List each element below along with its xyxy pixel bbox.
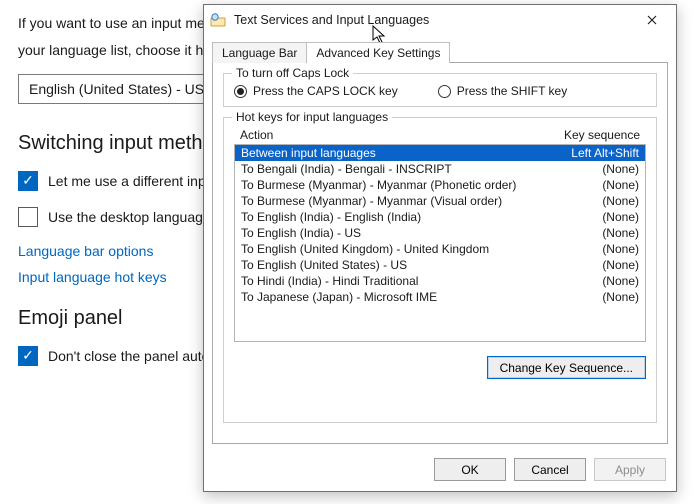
dialog-title: Text Services and Input Languages: [234, 13, 429, 27]
hotkey-sequence: (None): [602, 226, 639, 240]
group-legend-hotkeys: Hot keys for input languages: [232, 110, 392, 124]
radio-caps-lock[interactable]: Press the CAPS LOCK key: [234, 84, 398, 98]
hotkey-action: To Burmese (Myanmar) - Myanmar (Visual o…: [241, 194, 502, 208]
tab-language-bar[interactable]: Language Bar: [212, 42, 306, 63]
column-header-key-sequence: Key sequence: [564, 128, 640, 142]
radio-icon: [234, 85, 247, 98]
hotkey-action: To Hindi (India) - Hindi Traditional: [241, 274, 418, 288]
checkbox-icon: ✓: [18, 171, 38, 191]
titlebar[interactable]: Text Services and Input Languages: [204, 5, 676, 35]
group-caps-lock: To turn off Caps Lock Press the CAPS LOC…: [223, 73, 657, 107]
hotkey-sequence: (None): [602, 210, 639, 224]
hotkey-sequence: (None): [602, 242, 639, 256]
group-legend-caps: To turn off Caps Lock: [232, 66, 353, 80]
group-hotkeys: Hot keys for input languages Action Key …: [223, 117, 657, 423]
hotkey-sequence: Left Alt+Shift: [571, 146, 639, 160]
radio-icon: [438, 85, 451, 98]
hotkey-row[interactable]: To English (India) - English (India) (Non…: [235, 209, 645, 225]
tab-strip: Language Bar Advanced Key Settings: [204, 41, 676, 62]
radio-label: Press the CAPS LOCK key: [253, 84, 398, 98]
keyboard-globe-icon: [210, 12, 226, 28]
text-services-dialog: Text Services and Input Languages Langua…: [203, 4, 677, 492]
hotkey-action: To English (United Kingdom) - United Kin…: [241, 242, 489, 256]
hotkey-row[interactable]: To Bengali (India) - Bengali - INSCRIPT (…: [235, 161, 645, 177]
dialog-button-row: OK Cancel Apply: [204, 452, 676, 491]
cancel-button[interactable]: Cancel: [514, 458, 586, 481]
hotkey-row[interactable]: To English (United States) - US (None): [235, 257, 645, 273]
hotkey-action: To Japanese (Japan) - Microsoft IME: [241, 290, 437, 304]
hotkey-action: To Bengali (India) - Bengali - INSCRIPT: [241, 162, 452, 176]
tab-panel-advanced: To turn off Caps Lock Press the CAPS LOC…: [212, 62, 668, 444]
tab-advanced-key-settings[interactable]: Advanced Key Settings: [306, 42, 450, 63]
checkbox-icon: [18, 207, 38, 227]
hotkey-row[interactable]: To English (India) - US (None): [235, 225, 645, 241]
hotkey-action: Between input languages: [241, 146, 376, 160]
checkbox-icon: ✓: [18, 346, 38, 366]
column-header-action: Action: [240, 128, 273, 142]
hotkey-action: To English (United States) - US: [241, 258, 407, 272]
hotkey-row[interactable]: Between input languages Left Alt+Shift: [235, 145, 645, 161]
radio-shift[interactable]: Press the SHIFT key: [438, 84, 567, 98]
radio-label: Press the SHIFT key: [457, 84, 567, 98]
hotkey-list[interactable]: Between input languagesLeft Alt+ShiftTo …: [234, 144, 646, 342]
hotkey-sequence: (None): [602, 274, 639, 288]
hotkey-action: To Burmese (Myanmar) - Myanmar (Phonetic…: [241, 178, 516, 192]
hotkey-sequence: (None): [602, 290, 639, 304]
hotkey-row[interactable]: To Burmese (Myanmar) - Myanmar (Visual o…: [235, 193, 645, 209]
hotkey-sequence: (None): [602, 258, 639, 272]
hotkey-row[interactable]: To Burmese (Myanmar) - Myanmar (Phonetic…: [235, 177, 645, 193]
close-button[interactable]: [634, 7, 670, 33]
apply-button[interactable]: Apply: [594, 458, 666, 481]
hotkey-sequence: (None): [602, 178, 639, 192]
ok-button[interactable]: OK: [434, 458, 506, 481]
hotkey-row[interactable]: To Japanese (Japan) - Microsoft IME (None…: [235, 289, 645, 305]
hotkey-row[interactable]: To Hindi (India) - Hindi Traditional (Non…: [235, 273, 645, 289]
hotkey-action: To English (India) - English (India): [241, 210, 421, 224]
hotkey-action: To English (India) - US: [241, 226, 361, 240]
hotkey-sequence: (None): [602, 194, 639, 208]
change-key-sequence-button[interactable]: Change Key Sequence...: [487, 356, 646, 379]
close-icon: [647, 15, 657, 25]
hotkey-sequence: (None): [602, 162, 639, 176]
hotkey-row[interactable]: To English (United Kingdom) - United Kin…: [235, 241, 645, 257]
